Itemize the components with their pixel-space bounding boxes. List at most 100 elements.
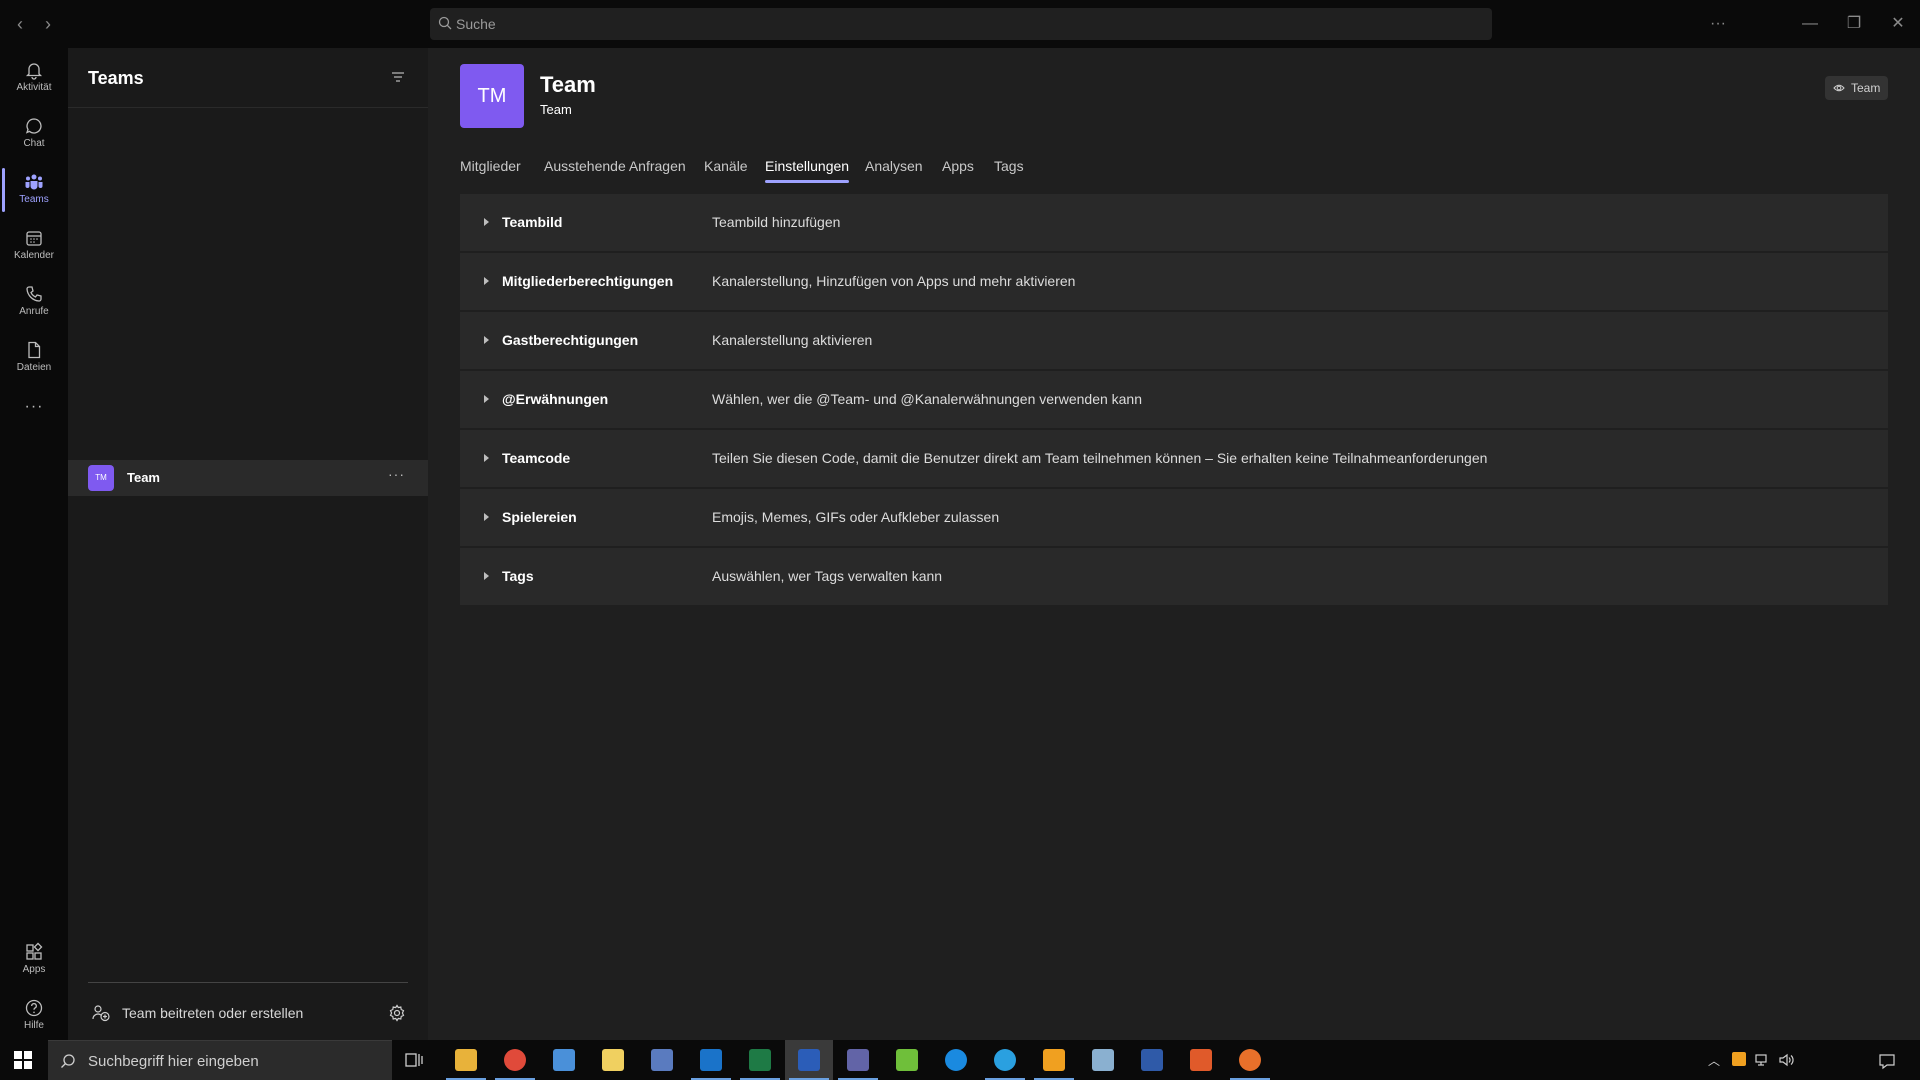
apps-icon (26, 942, 43, 960)
search-box[interactable] (430, 8, 1492, 40)
setting-description: Teilen Sie diesen Code, damit die Benutz… (712, 450, 1488, 466)
team-list-item[interactable]: TM Team ··· (68, 460, 428, 496)
taskbar-app-13[interactable] (1030, 1040, 1078, 1080)
setting-description: Kanalerstellung, Hinzufügen von Apps und… (712, 273, 1076, 289)
rail-label: Teams (19, 194, 49, 205)
team-more-button[interactable]: ··· (388, 466, 405, 482)
setting-title: Gastberechtigungen (502, 332, 639, 348)
taskbar-app-5[interactable] (638, 1040, 686, 1080)
bell-icon (25, 63, 43, 80)
rail-item-files[interactable]: Dateien (0, 332, 68, 384)
search-icon (61, 1054, 75, 1068)
chat-icon (25, 118, 42, 134)
setting-row-fun-stuff[interactable]: Spielereien Emojis, Memes, GIFs oder Auf… (460, 489, 1888, 546)
taskbar-app-10[interactable] (883, 1040, 931, 1080)
rail-item-apps[interactable]: Apps (0, 934, 68, 986)
taskbar-app-excel[interactable] (736, 1040, 784, 1080)
tab-tags[interactable]: Tags (994, 158, 1024, 174)
help-icon (25, 999, 43, 1017)
app-icon (651, 1049, 673, 1071)
app-icon (553, 1049, 575, 1071)
setting-row-member-permissions[interactable]: Mitgliederberechtigungen Kanalerstellung… (460, 253, 1888, 310)
taskbar-app-3[interactable] (540, 1040, 588, 1080)
taskbar-app-notepad[interactable] (589, 1040, 637, 1080)
taskbar-app-firefox[interactable] (1226, 1040, 1274, 1080)
tray-app-icon[interactable] (1732, 1052, 1746, 1066)
setting-title: Teamcode (502, 450, 571, 466)
setting-description: Emojis, Memes, GIFs oder Aufkleber zulas… (712, 509, 1000, 525)
rail-item-help[interactable]: Hilfe (0, 990, 68, 1042)
rail-label: Kalender (13, 250, 55, 261)
setting-description: Teambild hinzufügen (712, 214, 841, 230)
rail-label: Apps (22, 964, 46, 975)
more-options-button[interactable]: ··· (1704, 10, 1732, 38)
app-icon (994, 1049, 1016, 1071)
team-visibility-pill[interactable]: Team (1825, 76, 1889, 100)
taskbar-app-chrome[interactable] (491, 1040, 539, 1080)
app-icon (896, 1049, 918, 1071)
join-label: Team beitreten oder erstellen (122, 1005, 304, 1021)
filter-icon[interactable] (391, 70, 405, 84)
search-input[interactable] (456, 8, 1476, 40)
tab-analytics[interactable]: Analysen (865, 158, 923, 174)
team-avatar: TM (88, 465, 114, 491)
gear-icon[interactable] (388, 1004, 406, 1022)
rail-label: Anrufe (19, 306, 49, 317)
setting-title: Mitgliederberechtigungen (502, 273, 674, 289)
main-content: TM Team Team Team Mitglieder Ausstehende… (428, 48, 1920, 1040)
close-button[interactable]: ✕ (1884, 10, 1912, 38)
back-arrow-icon[interactable]: ‹ (8, 12, 32, 36)
windows-start-icon[interactable] (14, 1051, 32, 1069)
setting-title: Tags (502, 568, 534, 584)
taskbar-app-outlook[interactable] (687, 1040, 735, 1080)
setting-title: Teambild (502, 214, 563, 230)
taskbar-app-word[interactable] (785, 1040, 833, 1080)
setting-row-guest-permissions[interactable]: Gastberechtigungen Kanalerstellung aktiv… (460, 312, 1888, 369)
rail-more-button[interactable]: ··· (0, 398, 68, 428)
network-icon[interactable] (1754, 1052, 1770, 1068)
tray-chevron-up-icon[interactable]: ︿ (1708, 1052, 1720, 1069)
tab-settings[interactable]: Einstellungen (765, 158, 850, 183)
setting-row-team-code[interactable]: Teamcode Teilen Sie diesen Code, damit d… (460, 430, 1888, 487)
taskbar-search[interactable]: Suchbegriff hier eingeben (48, 1040, 392, 1080)
notification-center-icon[interactable] (1878, 1052, 1896, 1070)
setting-title: @Erwähnungen (502, 391, 609, 407)
panel-title: Teams (88, 68, 144, 88)
restore-button[interactable]: ❐ (1840, 10, 1868, 38)
rail-item-teams[interactable]: Teams (0, 164, 68, 216)
taskbar-app-14[interactable] (1079, 1040, 1127, 1080)
expand-caret-icon (484, 572, 489, 580)
teams-panel: Teams TM Team ··· Team beitreten oder er… (68, 48, 428, 1040)
taskbar-app-16[interactable] (1177, 1040, 1225, 1080)
expand-caret-icon (484, 277, 489, 285)
outlook-icon (700, 1049, 722, 1071)
taskbar-app-powershell[interactable] (1128, 1040, 1176, 1080)
setting-row-tags[interactable]: Tags Auswählen, wer Tags verwalten kann (460, 548, 1888, 605)
expand-caret-icon (484, 218, 489, 226)
taskbar-search-placeholder: Suchbegriff hier eingeben (88, 1053, 259, 1070)
rail-label: Chat (23, 138, 45, 149)
tab-members[interactable]: Mitglieder (460, 158, 521, 174)
taskbar-app-teamviewer[interactable] (932, 1040, 980, 1080)
setting-row-mentions[interactable]: @Erwähnungen Wählen, wer die @Team- und … (460, 371, 1888, 428)
tab-channels[interactable]: Kanäle (704, 158, 748, 174)
rail-item-activity[interactable]: Aktivität (0, 52, 68, 104)
rail-item-calls[interactable]: Anrufe (0, 276, 68, 328)
taskbar-app-teams[interactable] (834, 1040, 882, 1080)
volume-icon[interactable] (1778, 1052, 1794, 1068)
setting-row-team-picture[interactable]: Teambild Teambild hinzufügen (460, 194, 1888, 251)
task-view-icon[interactable] (404, 1050, 424, 1070)
tab-pending-requests[interactable]: Ausstehende Anfragen (544, 158, 686, 174)
forward-arrow-icon[interactable]: › (36, 12, 60, 36)
rail-item-calendar[interactable]: Kalender (0, 220, 68, 272)
setting-description: Auswählen, wer Tags verwalten kann (712, 568, 943, 584)
rail-item-chat[interactable]: Chat (0, 108, 68, 160)
firefox-icon (1239, 1049, 1261, 1071)
calendar-icon (26, 231, 42, 246)
expand-caret-icon (484, 336, 489, 344)
setting-description: Wählen, wer die @Team- und @Kanalerwähnu… (712, 391, 1143, 407)
minimize-button[interactable]: — (1796, 10, 1824, 38)
taskbar-app-file-explorer[interactable] (442, 1040, 490, 1080)
taskbar-app-12[interactable] (981, 1040, 1029, 1080)
tab-apps[interactable]: Apps (942, 158, 974, 174)
